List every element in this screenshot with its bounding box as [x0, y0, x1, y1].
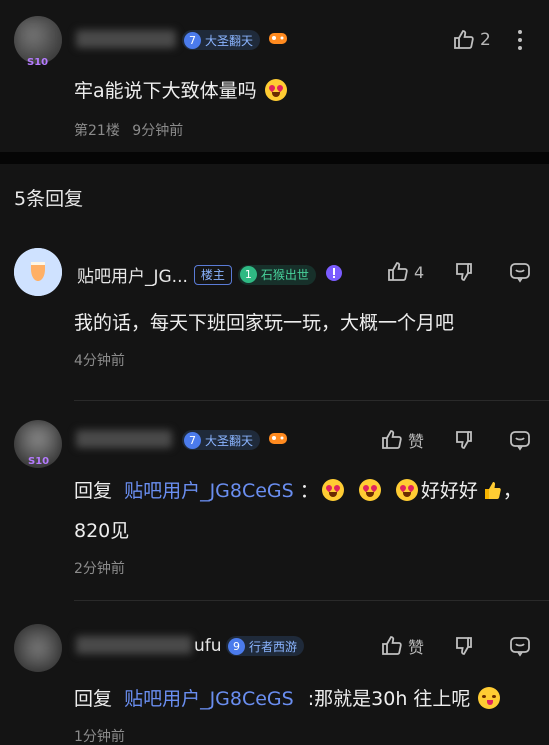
level-badge[interactable]: 9 行者西游 [226, 636, 305, 656]
level-badge[interactable]: 7 大圣翻天 [182, 30, 261, 50]
thumb-down-icon[interactable] [452, 260, 476, 288]
comment-icon[interactable] [508, 260, 532, 288]
level-title: 大圣翻天 [205, 33, 254, 48]
thumbs-up-emoji-icon [484, 482, 501, 499]
reply-item: 贴吧用户_JG... 楼主 1 石猴出世 4 我的话，每天下班回家玩一玩，大概一… [0, 236, 549, 386]
level-title: 石猴出世 [260, 268, 309, 282]
level-title: 行者西游 [249, 639, 298, 654]
reply-text: 回复 贴吧用户_JG8CeGS ： 好好好， [74, 479, 522, 502]
like-button[interactable]: 赞 [380, 634, 424, 658]
avatar-tag: S10 [28, 456, 50, 467]
reply-target-link[interactable]: 贴吧用户_JG8CeGS [124, 688, 294, 710]
thumb-down-icon[interactable] [452, 634, 476, 662]
reply-prefix: 回复 [74, 480, 113, 502]
more-icon[interactable] [516, 28, 524, 56]
emoji-heart-eyes-icon [321, 479, 344, 501]
level-number: 1 [239, 266, 257, 283]
level-badge[interactable]: 1 石猴出世 [237, 264, 316, 285]
divider [74, 400, 549, 401]
emoji-yum-icon [478, 687, 501, 709]
timestamp: 4分钟前 [74, 353, 125, 369]
like-button[interactable]: 4 [386, 260, 424, 284]
avatar[interactable] [14, 624, 62, 672]
reply-text: 回复 贴吧用户_JG8CeGS :那就是30h 往上呢 [74, 684, 503, 714]
like-button[interactable]: 赞 [380, 428, 424, 452]
thumb-up-icon [388, 262, 408, 281]
username[interactable]: 贴吧用户_JG... [77, 262, 188, 287]
thumb-up-icon [454, 30, 474, 49]
username-blurred[interactable] [76, 636, 192, 654]
game-controller-icon [268, 30, 288, 50]
comment-icon[interactable] [508, 428, 532, 456]
level-badge[interactable]: 7 大圣翻天 [182, 430, 261, 450]
thumb-up-icon [382, 430, 402, 449]
like-count: 4 [414, 262, 425, 282]
username-blurred[interactable] [76, 430, 172, 448]
like-label: 赞 [408, 638, 425, 657]
section-divider [0, 152, 549, 164]
comment-icon[interactable] [508, 634, 532, 662]
divider [74, 600, 549, 601]
level-number: 7 [184, 431, 201, 449]
level-number: 7 [184, 31, 201, 49]
replies-header: 5条回复 [14, 188, 84, 210]
emoji-heart-eyes-icon [395, 479, 418, 501]
emoji-heart-eyes-icon [358, 479, 381, 501]
top-comment: S10 7 大圣翻天 2 牢a能说下大致体量吗 第21楼 9分钟前 [0, 0, 549, 152]
thumb-down-icon[interactable] [452, 428, 476, 456]
reply-target-link[interactable]: 贴吧用户_JG8CeGS [124, 480, 294, 502]
comment-text: 牢a能说下大致体量吗 [74, 76, 290, 106]
emoji-heart-eyes-icon [264, 79, 287, 101]
game-controller-icon [268, 430, 288, 450]
host-tag: 楼主 [193, 264, 232, 285]
avatar-tag: S10 [27, 57, 49, 68]
reply-prefix: 回复 [74, 688, 113, 710]
timestamp: 2分钟前 [74, 561, 125, 577]
level-number: 9 [228, 637, 245, 655]
reply-text-line2: 820见 [74, 520, 130, 542]
username-tail[interactable]: ufu [194, 636, 222, 656]
reply-item: S10 7 大圣翻天 赞 回复 贴吧用户_JG8CeGS ： 好好好， 820见… [0, 410, 549, 600]
reply-text: 我的话，每天下班回家玩一玩，大概一个月吧 [74, 312, 455, 334]
timestamp: 1分钟前 [74, 729, 125, 745]
floor-number: 第21楼 [74, 123, 120, 139]
username-blurred[interactable] [76, 30, 176, 48]
thumb-up-icon [382, 636, 402, 655]
like-button[interactable]: 2 [452, 28, 491, 52]
like-count: 2 [480, 30, 491, 50]
reply-item: ufu 9 行者西游 赞 回复 贴吧用户_JG8CeGS :那就是30h 往上呢… [0, 612, 549, 745]
level-title: 大圣翻天 [205, 433, 254, 448]
comment-meta: 第21楼 9分钟前 [74, 120, 183, 140]
timestamp: 9分钟前 [132, 123, 184, 139]
moon-jar-avatar-icon[interactable] [14, 248, 62, 296]
like-label: 赞 [408, 432, 425, 451]
medal-icon [324, 263, 344, 287]
